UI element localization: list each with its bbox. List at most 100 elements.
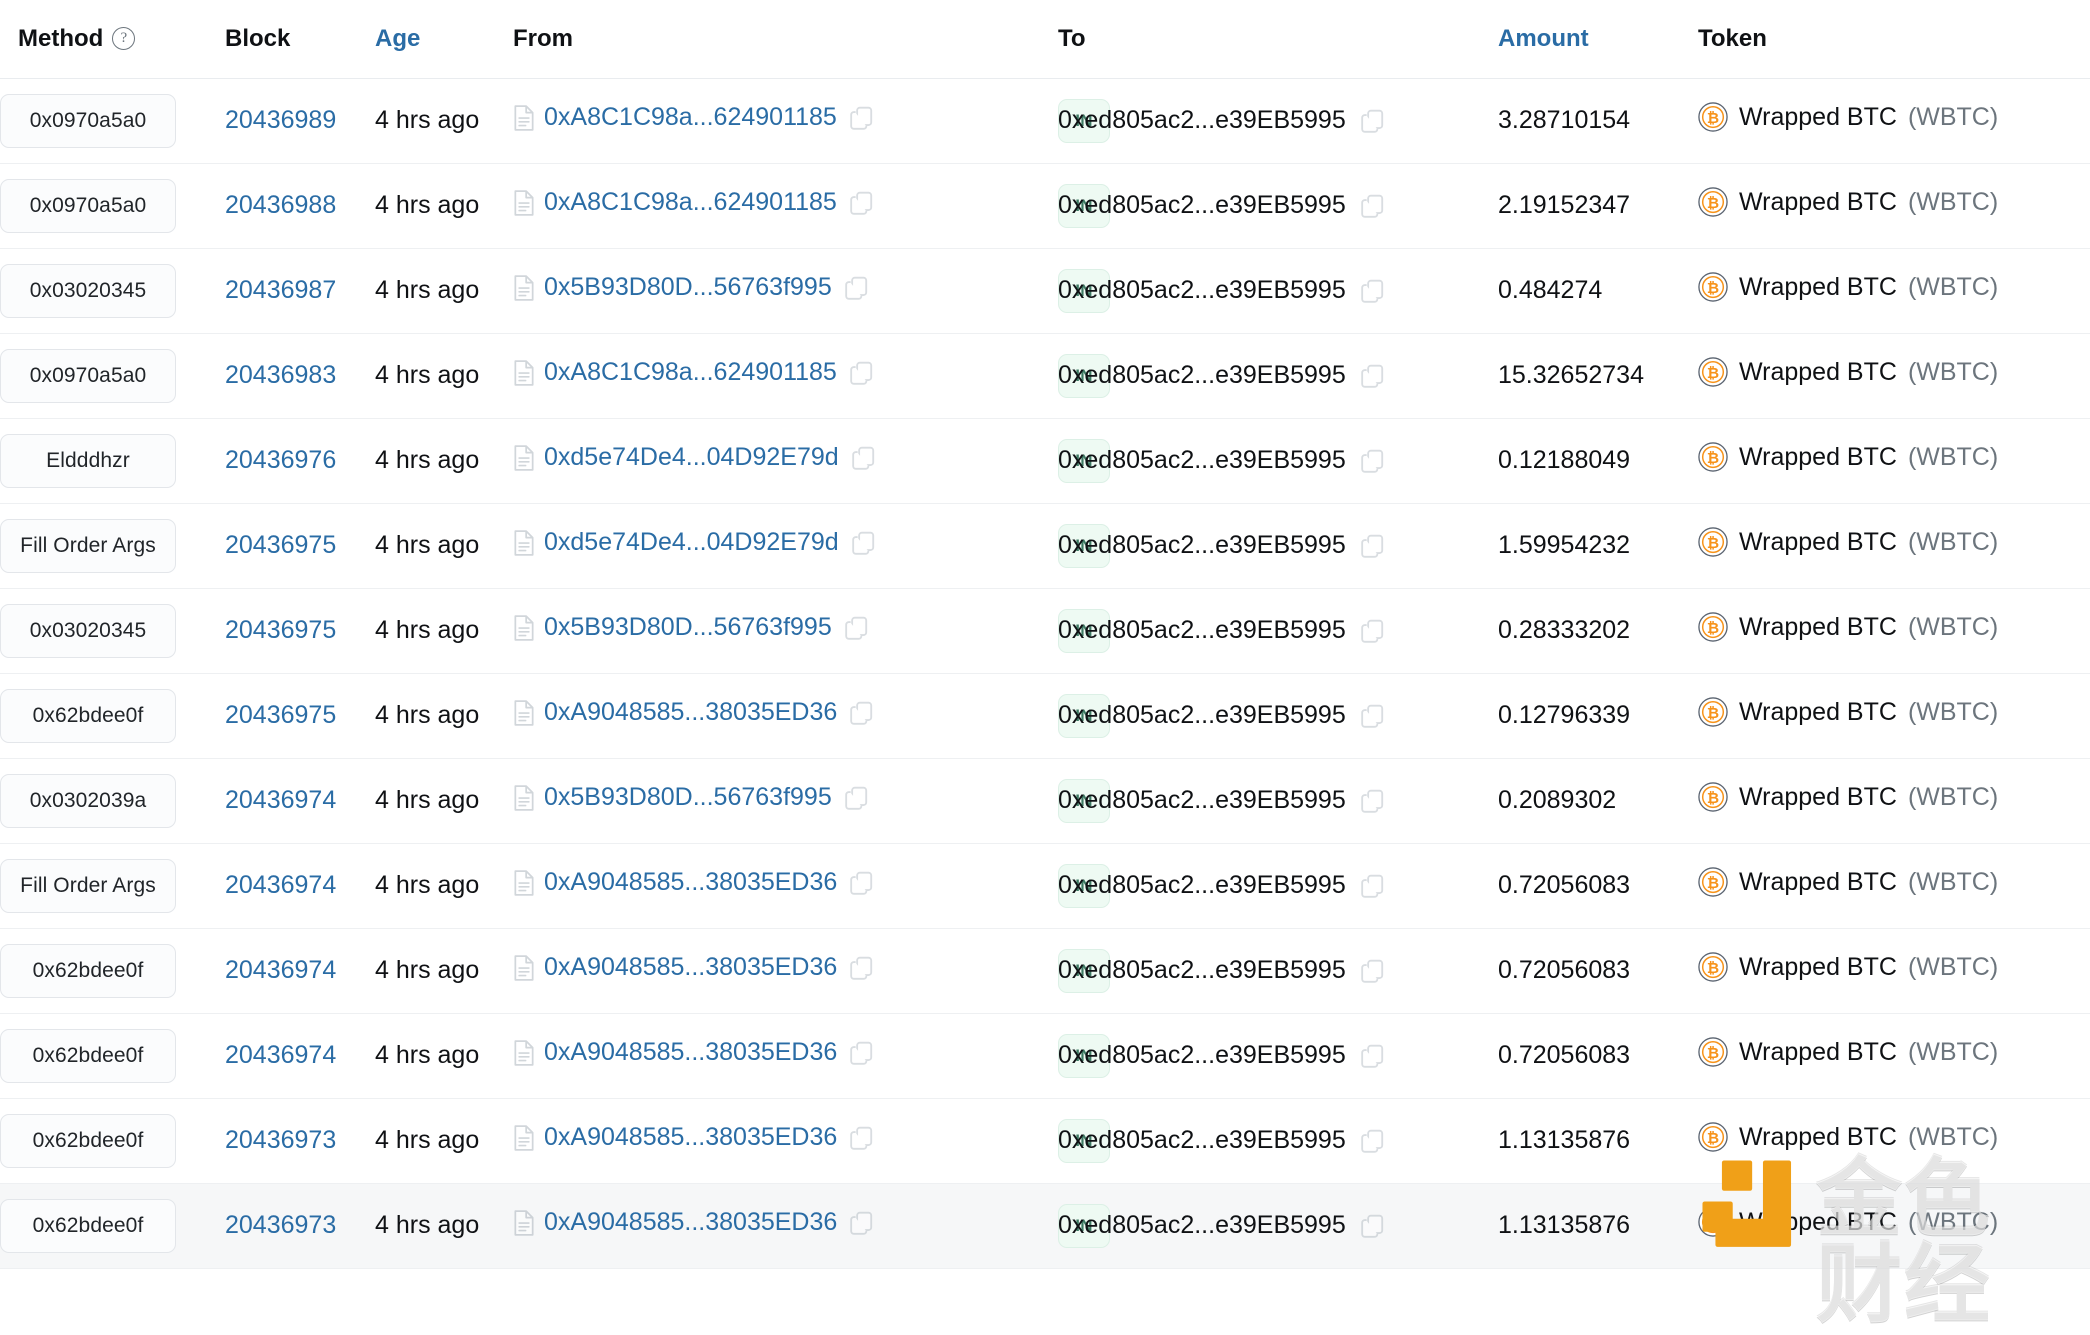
copy-icon[interactable] xyxy=(1360,1213,1385,1239)
token-group[interactable]: ₿ Wrapped BTC (WBTC) xyxy=(1698,867,1998,897)
method-badge[interactable]: 0x0970a5a0 xyxy=(0,178,176,233)
block-link[interactable]: 20436974 xyxy=(225,956,336,984)
method-badge[interactable]: 0x62bdee0f xyxy=(0,943,176,998)
method-badge[interactable]: 0x0970a5a0 xyxy=(0,93,176,148)
method-badge[interactable]: Eldddhzr xyxy=(0,433,176,488)
from-address-link[interactable]: 0xA8C1C98a...624901185 xyxy=(544,188,837,217)
from-address-link[interactable]: 0xA9048585...38035ED36 xyxy=(544,1208,837,1237)
method-badge[interactable]: Fill Order Args xyxy=(0,518,176,573)
table-row[interactable]: 0x03020345 20436975 4 hrs ago 0x5B93D80D...… xyxy=(0,588,2090,673)
column-header-amount[interactable]: Amount xyxy=(1498,0,1698,79)
from-address-link[interactable]: 0x5B93D80D...56763f995 xyxy=(544,783,832,812)
table-row[interactable]: Fill Order Args 20436975 4 hrs ago 0xd5e74D… xyxy=(0,503,2090,588)
method-badge[interactable]: 0x0302039a xyxy=(0,773,176,828)
token-group[interactable]: ₿ Wrapped BTC (WBTC) xyxy=(1698,102,1998,132)
table-row[interactable]: 0x62bdee0f 20436974 4 hrs ago 0xA9048585...… xyxy=(0,928,2090,1013)
from-address-link[interactable]: 0xd5e74De4...04D92E79d xyxy=(544,443,839,472)
from-address-link[interactable]: 0xd5e74De4...04D92E79d xyxy=(544,528,839,557)
copy-icon[interactable] xyxy=(1360,1043,1385,1069)
copy-icon[interactable] xyxy=(850,360,874,386)
from-address-link[interactable]: 0xA8C1C98a...624901185 xyxy=(544,103,837,132)
table-row[interactable]: 0x62bdee0f 20436975 4 hrs ago 0xA9048585...… xyxy=(0,673,2090,758)
block-link[interactable]: 20436973 xyxy=(225,1211,336,1239)
from-address-link[interactable]: 0x5B93D80D...56763f995 xyxy=(544,273,832,302)
copy-icon[interactable] xyxy=(1360,448,1385,474)
copy-icon[interactable] xyxy=(844,275,869,301)
copy-icon[interactable] xyxy=(850,1210,874,1236)
block-link[interactable]: 20436983 xyxy=(225,361,336,389)
copy-icon[interactable] xyxy=(850,105,874,131)
from-address-link[interactable]: 0xA9048585...38035ED36 xyxy=(544,1123,837,1152)
table-row[interactable]: Fill Order Args 20436974 4 hrs ago 0xA90485… xyxy=(0,843,2090,928)
copy-icon[interactable] xyxy=(1360,108,1385,134)
block-link[interactable]: 20436975 xyxy=(225,531,336,559)
copy-icon[interactable] xyxy=(1360,363,1385,389)
copy-icon[interactable] xyxy=(1360,1128,1385,1154)
token-group[interactable]: ₿ Wrapped BTC (WBTC) xyxy=(1698,782,1998,812)
column-header-age[interactable]: Age xyxy=(375,0,513,79)
token-group[interactable]: ₿ Wrapped BTC (WBTC) xyxy=(1698,357,1998,387)
copy-icon[interactable] xyxy=(850,1040,874,1066)
token-group[interactable]: ₿ Wrapped BTC (WBTC) xyxy=(1698,697,1998,727)
block-link[interactable]: 20436974 xyxy=(225,786,336,814)
block-link[interactable]: 20436987 xyxy=(225,276,336,304)
table-row[interactable]: 0x62bdee0f 20436974 4 hrs ago 0xA9048585...… xyxy=(0,1013,2090,1098)
token-group[interactable]: ₿ Wrapped BTC (WBTC) xyxy=(1698,187,1998,217)
from-address-link[interactable]: 0xA8C1C98a...624901185 xyxy=(544,358,837,387)
table-row[interactable]: 0x0970a5a0 20436983 4 hrs ago 0xA8C1C98a...… xyxy=(0,333,2090,418)
copy-icon[interactable] xyxy=(850,700,874,726)
copy-icon[interactable] xyxy=(850,870,874,896)
method-badge[interactable]: 0x62bdee0f xyxy=(0,1113,176,1168)
token-group[interactable]: ₿ Wrapped BTC (WBTC) xyxy=(1698,527,1998,557)
table-row[interactable]: 0x62bdee0f 20436973 4 hrs ago 0xA9048585...… xyxy=(0,1098,2090,1183)
copy-icon[interactable] xyxy=(1360,533,1385,559)
copy-icon[interactable] xyxy=(1360,873,1385,899)
token-group[interactable]: ₿ Wrapped BTC (WBTC) xyxy=(1698,952,1998,982)
block-link[interactable]: 20436975 xyxy=(225,701,336,729)
method-badge[interactable]: 0x03020345 xyxy=(0,603,176,658)
from-address-link[interactable]: 0x5B93D80D...56763f995 xyxy=(544,613,832,642)
copy-icon[interactable] xyxy=(1360,193,1385,219)
block-link[interactable]: 20436974 xyxy=(225,871,336,899)
token-group[interactable]: ₿ Wrapped BTC (WBTC) xyxy=(1698,1122,1998,1152)
from-address-link[interactable]: 0xA9048585...38035ED36 xyxy=(544,953,837,982)
copy-icon[interactable] xyxy=(844,615,869,641)
copy-icon[interactable] xyxy=(851,445,876,471)
token-group[interactable]: ₿ Wrapped BTC (WBTC) xyxy=(1698,1207,1998,1237)
table-row[interactable]: 0x0970a5a0 20436989 4 hrs ago 0xA8C1C98a...… xyxy=(0,78,2090,163)
token-group[interactable]: ₿ Wrapped BTC (WBTC) xyxy=(1698,1037,1998,1067)
table-row[interactable]: 0x0302039a 20436974 4 hrs ago 0x5B93D80D...… xyxy=(0,758,2090,843)
method-badge[interactable]: 0x62bdee0f xyxy=(0,688,176,743)
from-address-link[interactable]: 0xA9048585...38035ED36 xyxy=(544,1038,837,1067)
copy-icon[interactable] xyxy=(850,190,874,216)
block-link[interactable]: 20436974 xyxy=(225,1041,336,1069)
method-badge[interactable]: Fill Order Args xyxy=(0,858,176,913)
copy-icon[interactable] xyxy=(844,785,869,811)
method-badge[interactable]: 0x62bdee0f xyxy=(0,1028,176,1083)
token-group[interactable]: ₿ Wrapped BTC (WBTC) xyxy=(1698,272,1998,302)
copy-icon[interactable] xyxy=(851,530,876,556)
question-circle-icon[interactable]: ? xyxy=(112,27,136,51)
copy-icon[interactable] xyxy=(1360,788,1385,814)
method-badge[interactable]: 0x0970a5a0 xyxy=(0,348,176,403)
block-link[interactable]: 20436989 xyxy=(225,106,336,134)
block-link[interactable]: 20436975 xyxy=(225,616,336,644)
table-row[interactable]: 0x03020345 20436987 4 hrs ago 0x5B93D80D...… xyxy=(0,248,2090,333)
copy-icon[interactable] xyxy=(850,1125,874,1151)
copy-icon[interactable] xyxy=(1360,618,1385,644)
block-link[interactable]: 20436973 xyxy=(225,1126,336,1154)
block-link[interactable]: 20436988 xyxy=(225,191,336,219)
copy-icon[interactable] xyxy=(1360,278,1385,304)
token-group[interactable]: ₿ Wrapped BTC (WBTC) xyxy=(1698,442,1998,472)
from-address-link[interactable]: 0xA9048585...38035ED36 xyxy=(544,868,837,897)
table-row[interactable]: 0x0970a5a0 20436988 4 hrs ago 0xA8C1C98a...… xyxy=(0,163,2090,248)
method-badge[interactable]: 0x62bdee0f xyxy=(0,1198,176,1253)
copy-icon[interactable] xyxy=(850,955,874,981)
table-row[interactable]: Eldddhzr 20436976 4 hrs ago 0xd5e74De4...04… xyxy=(0,418,2090,503)
block-link[interactable]: 20436976 xyxy=(225,446,336,474)
method-badge[interactable]: 0x03020345 xyxy=(0,263,176,318)
copy-icon[interactable] xyxy=(1360,703,1385,729)
table-row[interactable]: 0x62bdee0f 20436973 4 hrs ago 0xA9048585...… xyxy=(0,1183,2090,1268)
token-group[interactable]: ₿ Wrapped BTC (WBTC) xyxy=(1698,612,1998,642)
copy-icon[interactable] xyxy=(1360,958,1385,984)
